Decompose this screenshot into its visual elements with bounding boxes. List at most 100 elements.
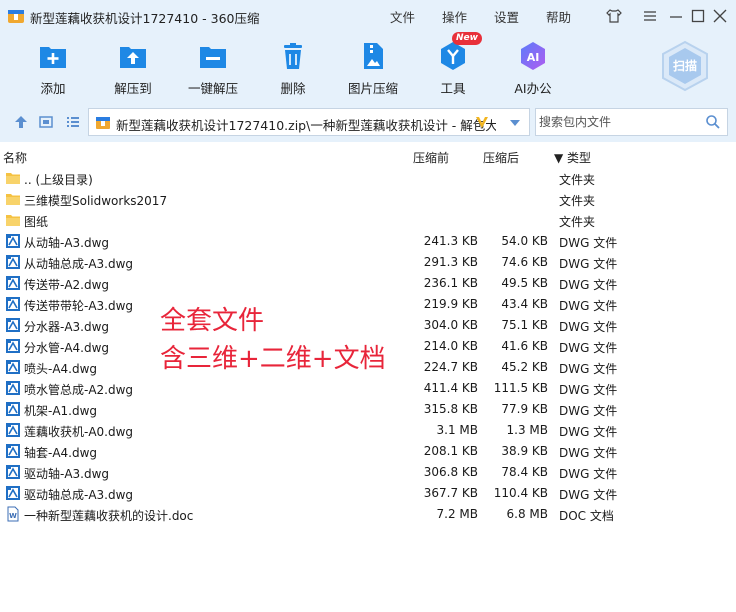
add-icon [40,47,66,68]
column-compressed[interactable]: 压缩后 [483,149,519,166]
list-view-icon[interactable] [65,114,81,130]
file-row[interactable]: 喷水管总成-A2.dwg 411.4 KB 111.5 KB DWG 文件 [0,378,736,399]
archive-path: 新型莲藕收获机设计1727410.zip\一种新型莲藕收获机设计 - 解包大小为 [116,118,496,133]
word-document-icon: W [7,506,19,522]
file-name: 分水器-A3.dwg [24,320,110,334]
file-row[interactable]: W 一种新型莲藕收获机的设计.doc 7.2 MB 6.8 MB DOC 文档 [0,504,736,525]
dwg-file-icon [6,339,20,353]
file-compressed-size: 49.5 KB [501,276,548,290]
scan-label: 扫描 [673,58,697,73]
file-size: 214.0 KB [423,339,478,353]
add-button[interactable]: 添加 [13,32,93,102]
menu-file[interactable]: 文件 [390,7,415,26]
file-compressed-size: 77.9 KB [501,402,548,416]
folder-icon [6,194,20,205]
minimize-icon[interactable] [666,6,686,26]
file-compressed-size: 54.0 KB [501,234,548,248]
file-name: 莲藕收获机-A0.dwg [24,425,134,439]
column-size[interactable]: 压缩前 [413,149,449,166]
file-row[interactable]: 轴套-A4.dwg 208.1 KB 38.9 KB DWG 文件 [0,441,736,462]
file-type: DWG 文件 [559,488,618,502]
file-row[interactable]: 三维模型Solidworks2017 文件夹 [0,189,736,210]
toolbar: 添加 解压到 一键解压 删除 图片压缩 工具 AI AI办公 [0,32,736,102]
file-type: DOC 文档 [559,509,614,523]
file-row[interactable]: 驱动轴总成-A3.dwg 367.7 KB 110.4 KB DWG 文件 [0,483,736,504]
file-row[interactable]: 驱动轴-A3.dwg 306.8 KB 78.4 KB DWG 文件 [0,462,736,483]
ai-office-button[interactable]: AI AI办公 [493,32,573,102]
menu-settings[interactable]: 设置 [494,7,519,26]
search-input[interactable] [537,110,697,134]
column-type[interactable]: ▼ 类型 [554,149,591,166]
dwg-file-icon [6,360,20,374]
file-compressed-size: 38.9 KB [501,444,548,458]
dwg-file-icon [6,318,20,332]
file-size: 208.1 KB [423,444,478,458]
file-row[interactable]: 从动轴-A3.dwg 241.3 KB 54.0 KB DWG 文件 [0,231,736,252]
folder-icon [6,173,20,184]
thumbnail-view-icon[interactable] [38,114,54,130]
file-compressed-size: 41.6 KB [501,339,548,353]
one-click-extract-icon [200,47,226,68]
file-compressed-size: 43.4 KB [501,297,548,311]
file-name: 三维模型Solidworks2017 [24,194,168,208]
chevron-down-icon[interactable] [509,119,521,127]
file-size: 236.1 KB [423,276,478,290]
file-size: 315.8 KB [423,402,478,416]
image-compress-label: 图片压缩 [347,81,398,96]
delete-label: 删除 [280,81,306,96]
file-name: 驱动轴总成-A3.dwg [24,488,134,502]
close-icon[interactable] [710,6,730,26]
file-name: 传送带带轮-A3.dwg [24,299,134,313]
file-row[interactable]: 从动轴总成-A3.dwg 291.3 KB 74.6 KB DWG 文件 [0,252,736,273]
one-click-extract-label: 一键解压 [187,81,238,96]
address-field[interactable]: 新型莲藕收获机设计1727410.zip\一种新型莲藕收获机设计 - 解包大小为 [88,108,530,136]
maximize-icon[interactable] [688,6,708,26]
file-size: 411.4 KB [423,381,478,395]
file-name: 从动轴总成-A3.dwg [24,257,134,271]
file-row[interactable]: 机架-A1.dwg 315.8 KB 77.9 KB DWG 文件 [0,399,736,420]
file-type: DWG 文件 [559,236,618,250]
extract-to-label: 解压到 [114,81,152,96]
new-badge: New [452,32,482,45]
column-name[interactable]: 名称 [3,149,27,166]
dwg-file-icon [6,381,20,395]
dwg-file-icon [6,234,20,248]
menu-hamburger-icon[interactable] [640,6,660,26]
dwg-file-icon [6,255,20,269]
delete-button[interactable]: 删除 [253,32,333,102]
file-compressed-size: 75.1 KB [501,318,548,332]
file-row[interactable]: 传送带带轮-A3.dwg 219.9 KB 43.4 KB DWG 文件 [0,294,736,315]
shirt-skin-icon[interactable] [604,6,624,26]
scan-button[interactable]: 扫描 [660,40,710,92]
zip-archive-icon [96,117,110,129]
file-type: DWG 文件 [559,257,618,271]
file-row[interactable]: 分水器-A3.dwg 304.0 KB 75.1 KB DWG 文件 [0,315,736,336]
file-size: 219.9 KB [423,297,478,311]
menu-help[interactable]: 帮助 [546,7,571,26]
file-row[interactable]: 传送带-A2.dwg 236.1 KB 49.5 KB DWG 文件 [0,273,736,294]
one-click-extract-button[interactable]: 一键解压 [173,32,253,102]
file-name: .. (上级目录) [24,173,93,187]
file-type: 文件夹 [559,194,596,208]
extract-to-button[interactable]: 解压到 [93,32,173,102]
file-row[interactable]: .. (上级目录) 文件夹 [0,168,736,189]
file-type: DWG 文件 [559,362,618,376]
file-compressed-size: 111.5 KB [493,381,548,395]
overlay-line-1: 全套文件 [160,306,265,336]
up-arrow-icon[interactable] [13,114,29,130]
window-title: 新型莲藕收获机设计1727410 - 360压缩 [30,11,260,26]
ai-office-icon: AI [521,42,545,70]
file-name: 轴套-A4.dwg [24,446,98,460]
file-type: DWG 文件 [559,383,618,397]
file-row[interactable]: 莲藕收获机-A0.dwg 3.1 MB 1.3 MB DWG 文件 [0,420,736,441]
image-compress-button[interactable]: 图片压缩 [333,32,413,102]
delete-icon [284,43,302,69]
menu-operation[interactable]: 操作 [442,7,467,26]
svg-text:AI: AI [527,51,540,64]
file-name: 驱动轴-A3.dwg [24,467,110,481]
dwg-file-icon [6,276,20,290]
file-row[interactable]: 图纸 文件夹 [0,210,736,231]
search-icon[interactable] [705,114,721,130]
file-type: DWG 文件 [559,404,618,418]
file-compressed-size: 74.6 KB [501,255,548,269]
